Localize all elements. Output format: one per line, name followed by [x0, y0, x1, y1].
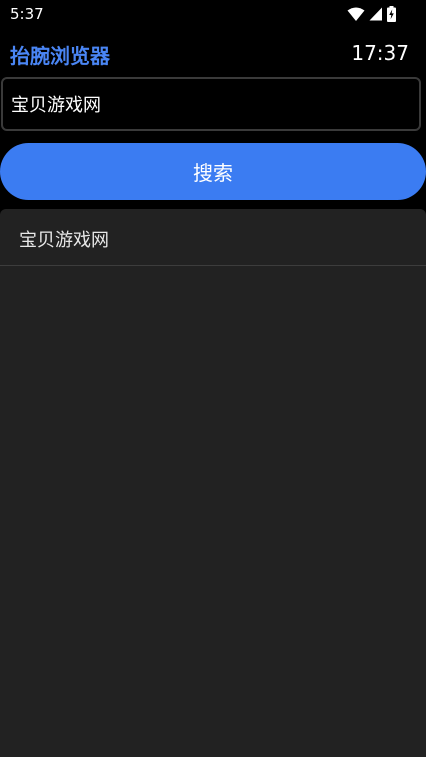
- status-time: 5:37: [10, 5, 44, 23]
- result-item[interactable]: 宝贝游戏网: [0, 209, 426, 266]
- result-item-label: 宝贝游戏网: [19, 230, 109, 251]
- search-box: [1, 77, 421, 131]
- battery-charging-icon: [387, 6, 396, 22]
- status-bar: 5:37: [0, 0, 426, 28]
- search-button[interactable]: 搜索: [0, 143, 426, 200]
- status-icons: [347, 4, 396, 24]
- wifi-icon: [347, 7, 365, 21]
- search-input[interactable]: [3, 79, 419, 129]
- app-title: 抬腕浏览器: [10, 44, 110, 68]
- app-header: 抬腕浏览器 17:37: [0, 34, 426, 70]
- results-panel: 宝贝游戏网: [0, 209, 426, 757]
- clock: 17:37: [351, 41, 409, 65]
- cell-signal-icon: [369, 7, 382, 21]
